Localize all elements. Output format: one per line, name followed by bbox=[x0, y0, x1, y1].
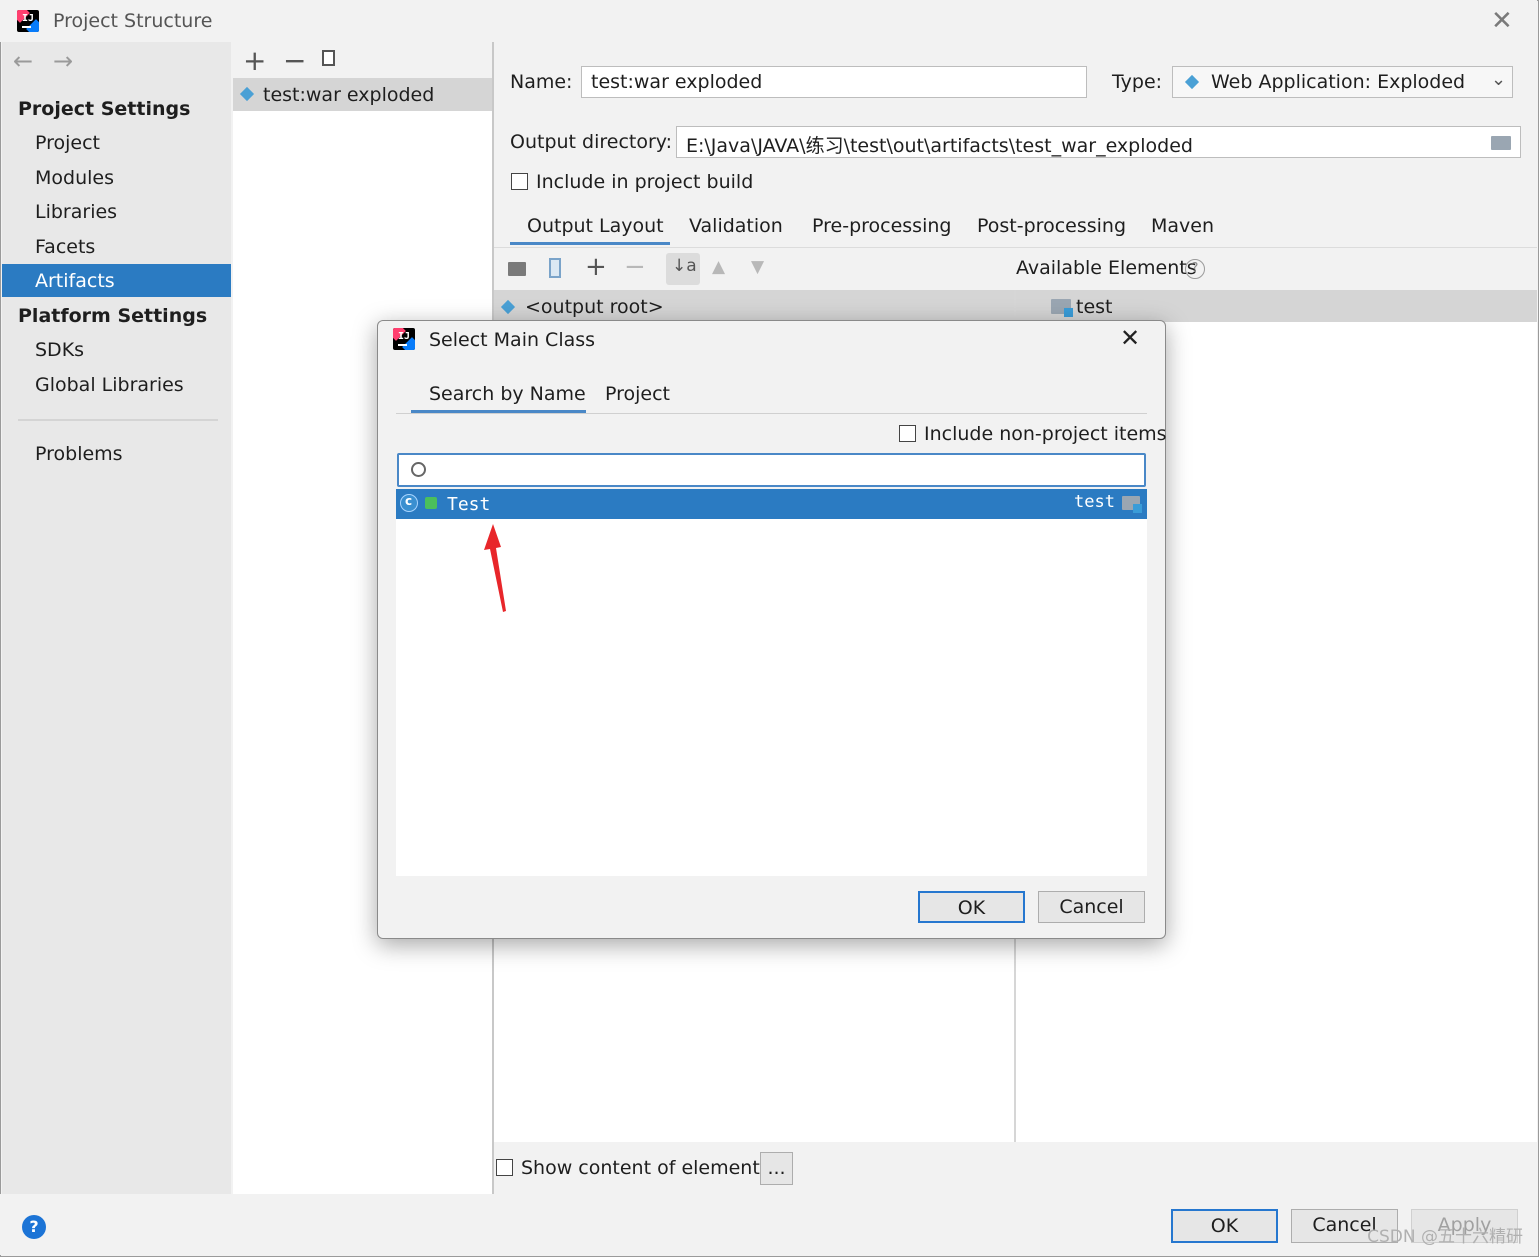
sidebar-item-project[interactable]: Project bbox=[35, 132, 100, 154]
output-directory-label: Output directory: bbox=[510, 131, 673, 153]
dialog-title: Select Main Class bbox=[429, 329, 596, 351]
intellij-logo-icon: IJ bbox=[393, 328, 415, 350]
sidebar-item-modules[interactable]: Modules bbox=[35, 167, 114, 189]
artifact-list-toolbar bbox=[233, 42, 492, 78]
show-content-label: Show content of elements bbox=[521, 1157, 770, 1179]
web-artifact-icon bbox=[1184, 74, 1200, 90]
available-elements-label: Available Elements bbox=[1016, 257, 1197, 279]
dialog-cancel-button[interactable]: Cancel bbox=[1038, 891, 1145, 923]
move-up-icon[interactable]: ▲ bbox=[712, 257, 725, 277]
include-in-build-label: Include in project build bbox=[536, 171, 754, 193]
tab-pre-processing[interactable]: Pre-processing bbox=[812, 215, 951, 237]
project-settings-heading: Project Settings bbox=[18, 98, 191, 120]
copy-icon[interactable] bbox=[322, 50, 335, 66]
sidebar-item-facets[interactable]: Facets bbox=[35, 236, 95, 258]
show-content-checkbox[interactable] bbox=[496, 1159, 513, 1176]
available-item-label: test bbox=[1076, 296, 1113, 318]
sidebar-item-sdks[interactable]: SDKs bbox=[35, 339, 84, 361]
create-archive-icon[interactable] bbox=[549, 258, 561, 278]
help-question-icon[interactable]: ? bbox=[1185, 259, 1205, 279]
output-directory-value: E:\Java\JAVA\练习\test\out\artifacts\test_… bbox=[686, 135, 1193, 157]
type-select-value: Web Application: Exploded bbox=[1211, 71, 1466, 93]
module-folder-icon bbox=[1122, 496, 1142, 513]
tab-search-by-name[interactable]: Search by Name bbox=[429, 383, 586, 405]
sort-alpha-icon: ↓a bbox=[672, 256, 697, 276]
folder-open-icon[interactable] bbox=[1491, 136, 1511, 150]
class-search-input[interactable] bbox=[397, 453, 1146, 487]
module-folder-icon bbox=[1051, 299, 1073, 317]
forward-arrow-icon[interactable]: → bbox=[53, 47, 73, 75]
artifact-list-item-label: test:war exploded bbox=[263, 84, 435, 106]
name-field-value: test:war exploded bbox=[591, 71, 763, 93]
sidebar-divider bbox=[18, 419, 218, 421]
add-copy-icon[interactable]: + bbox=[585, 252, 607, 282]
ok-button[interactable]: OK bbox=[1171, 1209, 1278, 1243]
title-bar bbox=[0, 0, 1537, 42]
tab-validation[interactable]: Validation bbox=[689, 215, 783, 237]
include-in-build-checkbox[interactable] bbox=[511, 173, 528, 190]
sort-elements-button[interactable]: ↓a bbox=[666, 253, 700, 285]
name-label: Name: bbox=[510, 71, 573, 93]
include-non-project-checkbox[interactable] bbox=[899, 425, 916, 442]
tab-output-layout[interactable]: Output Layout bbox=[527, 215, 664, 237]
ellipsis-button[interactable]: ... bbox=[760, 1152, 793, 1185]
name-field[interactable]: test:war exploded bbox=[581, 66, 1087, 98]
move-down-icon[interactable]: ▼ bbox=[751, 257, 764, 277]
watermark: CSDN @五十六精研 bbox=[1367, 1227, 1523, 1247]
dialog-tab-divider bbox=[396, 413, 1147, 414]
tab-maven[interactable]: Maven bbox=[1151, 215, 1214, 237]
tab-project[interactable]: Project bbox=[605, 383, 670, 405]
chevron-down-icon: ⌄ bbox=[1491, 69, 1507, 90]
platform-settings-heading: Platform Settings bbox=[18, 305, 208, 327]
sidebar-item-problems[interactable]: Problems bbox=[35, 443, 123, 465]
type-label: Type: bbox=[1112, 71, 1163, 93]
remove-element-icon[interactable]: − bbox=[624, 252, 646, 282]
sidebar-item-global-libraries[interactable]: Global Libraries bbox=[35, 374, 184, 396]
output-root-label: <output root> bbox=[525, 296, 664, 318]
dialog-ok-button[interactable]: OK bbox=[918, 891, 1025, 923]
dialog-close-icon[interactable]: ✕ bbox=[1120, 324, 1140, 352]
active-tab-indicator bbox=[510, 242, 670, 245]
remove-icon[interactable]: − bbox=[283, 44, 306, 77]
annotation-arrow-icon bbox=[484, 524, 506, 612]
result-module-name: test bbox=[1074, 492, 1115, 512]
back-arrow-icon[interactable]: ← bbox=[13, 47, 33, 75]
output-directory-field[interactable]: E:\Java\JAVA\练习\test\out\artifacts\test_… bbox=[676, 126, 1521, 158]
window-title: Project Structure bbox=[53, 10, 213, 32]
add-icon[interactable]: + bbox=[243, 44, 266, 77]
include-non-project-label: Include non-project items bbox=[924, 423, 1167, 445]
list-item[interactable] bbox=[396, 489, 1147, 519]
help-icon[interactable]: ? bbox=[22, 1215, 46, 1239]
sidebar-item-artifacts[interactable]: Artifacts bbox=[35, 270, 115, 292]
new-directory-icon[interactable] bbox=[508, 262, 526, 276]
sidebar-item-libraries[interactable]: Libraries bbox=[35, 201, 117, 223]
class-icon: c bbox=[400, 494, 418, 512]
intellij-logo-icon: IJ bbox=[17, 10, 39, 32]
type-select[interactable]: Web Application: Exploded ⌄ bbox=[1172, 66, 1513, 98]
tab-post-processing[interactable]: Post-processing bbox=[977, 215, 1126, 237]
search-icon bbox=[411, 462, 426, 477]
run-class-icon bbox=[425, 497, 437, 509]
result-class-name: Test bbox=[447, 494, 491, 515]
close-icon[interactable]: ✕ bbox=[1491, 6, 1513, 36]
